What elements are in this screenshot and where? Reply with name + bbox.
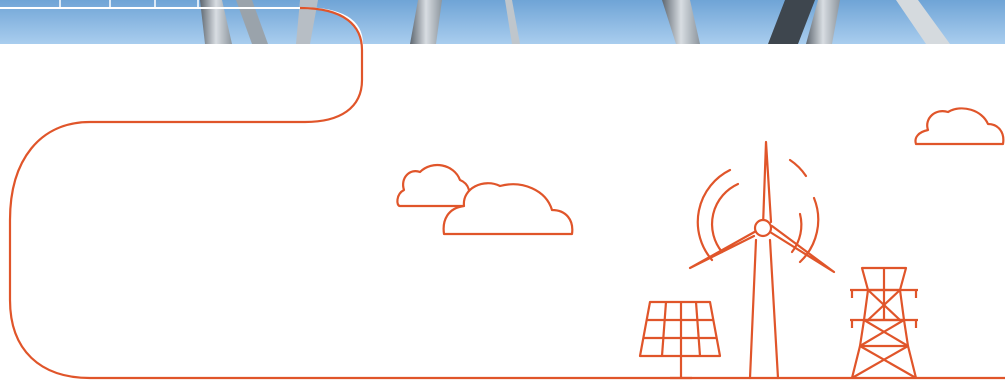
- wind-turbine-icon: [688, 140, 836, 380]
- cloud-icon: [914, 107, 1005, 146]
- illustration-scene: [0, 0, 1005, 381]
- power-pylon-icon: [850, 266, 918, 379]
- sky-photo-banner: [0, 0, 1005, 45]
- cloud-icon: [396, 163, 472, 208]
- solar-panel-icon: [638, 300, 722, 380]
- illustration-svg: [0, 0, 1005, 380]
